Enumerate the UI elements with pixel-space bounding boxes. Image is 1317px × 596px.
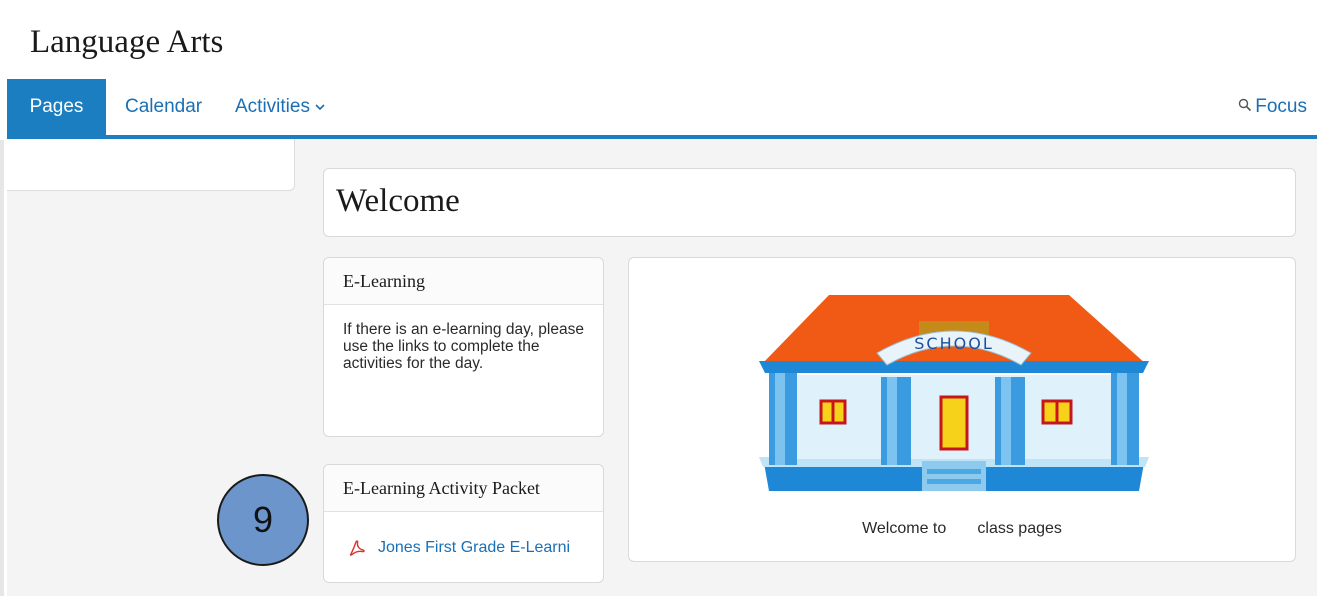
school-building-image: SCHOOL <box>759 295 1149 491</box>
search-icon <box>1238 96 1252 118</box>
tab-activities[interactable]: Activities <box>235 79 325 135</box>
tab-calendar[interactable]: Calendar <box>125 79 202 135</box>
elearning-card-body: If there is an e-learning day, please us… <box>343 321 584 372</box>
image-caption: Welcome to class pages <box>862 520 1062 537</box>
tab-pages[interactable]: Pages <box>7 79 106 135</box>
school-image-card: SCHOOL Welcome to class pages <box>628 257 1296 562</box>
focus-label: Focus <box>1255 96 1307 117</box>
packet-file-link-text: Jones First Grade E-Learni <box>378 539 571 556</box>
welcome-card: Welcome <box>323 168 1296 237</box>
elearning-card: E-Learning If there is an e-learning day… <box>323 257 604 437</box>
tab-activities-label: Activities <box>235 96 310 117</box>
side-panel <box>7 139 295 191</box>
activity-packet-card: E-Learning Activity Packet Jones First G… <box>323 464 604 583</box>
focus-button[interactable]: Focus <box>1238 79 1307 135</box>
site-title: Language Arts <box>30 24 224 60</box>
tab-calendar-label: Calendar <box>125 96 203 117</box>
school-sign-text: SCHOOL <box>914 334 993 353</box>
step-number-badge: 9 <box>217 474 309 566</box>
top-navigation-bar: Pages Calendar Activities Focus <box>7 79 1317 139</box>
left-edge-divider <box>0 140 4 596</box>
packet-file-link[interactable]: Jones First Grade E-Learni <box>348 539 570 557</box>
activity-packet-card-header: E-Learning Activity Packet <box>324 465 603 512</box>
page-title: Welcome <box>336 183 460 219</box>
tab-pages-label: Pages <box>29 96 84 117</box>
pdf-icon <box>348 539 366 557</box>
chevron-down-icon <box>315 95 325 117</box>
activity-packet-card-heading: E-Learning Activity Packet <box>343 478 540 498</box>
elearning-card-header: E-Learning <box>324 258 603 305</box>
elearning-card-heading: E-Learning <box>343 271 425 291</box>
